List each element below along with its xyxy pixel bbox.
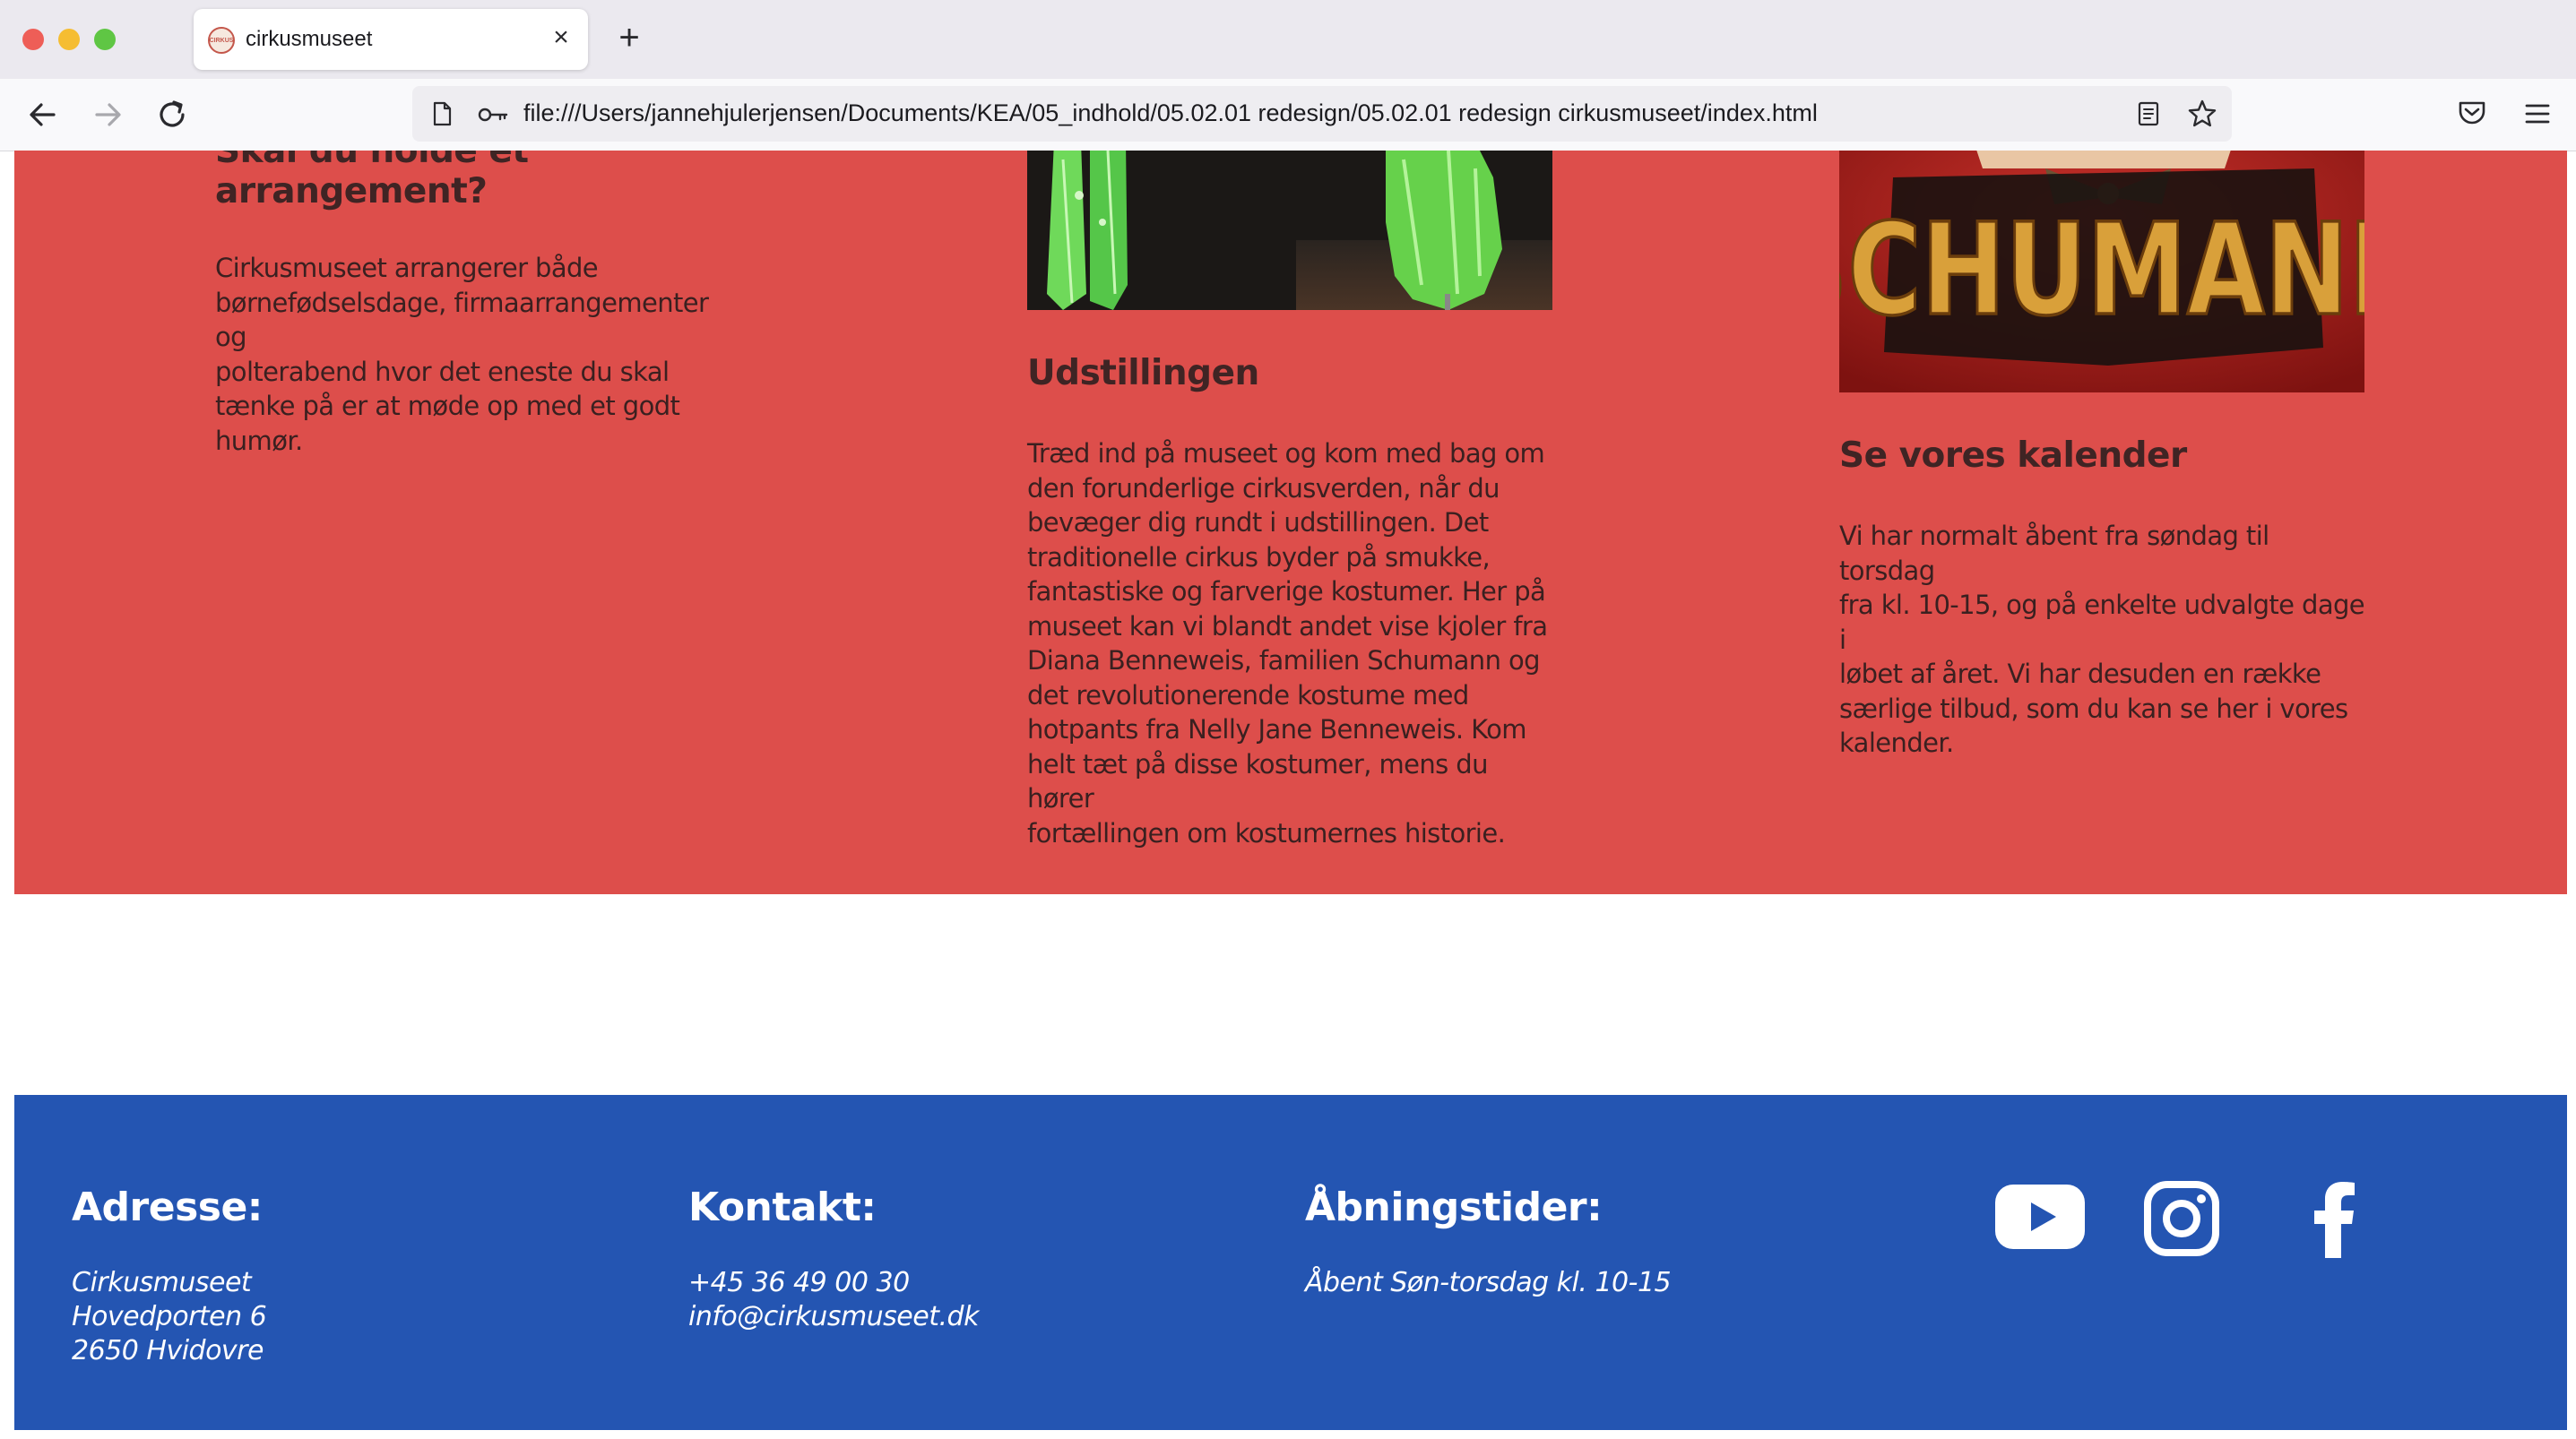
new-tab-button[interactable]: + bbox=[611, 20, 647, 56]
exhibition-column: Udstillingen Træd ind på museet og kom m… bbox=[1027, 353, 1556, 850]
calendar-text: Vi har normalt åbent fra søndag til tors… bbox=[1839, 521, 2365, 758]
close-window-button[interactable] bbox=[22, 29, 44, 50]
forward-arrow-icon[interactable] bbox=[88, 95, 127, 134]
opening-hours-text: Åbent Søn-torsdag kl. 10-15 bbox=[1305, 1267, 1672, 1298]
footer-opening-hours: Åbningstider: Åbent Søn-torsdag kl. 10-1… bbox=[1305, 1185, 1672, 1300]
schumann-poster-image: SCHUMANN bbox=[1839, 151, 2364, 392]
email-link[interactable]: info@cirkusmuseet.dk bbox=[688, 1300, 979, 1334]
address-line: Cirkusmuseet bbox=[72, 1267, 252, 1298]
page-icon bbox=[433, 101, 452, 126]
tab-close-button[interactable]: × bbox=[547, 23, 575, 52]
browser-tab-bar: CIRKUS cirkusmuseet × + bbox=[0, 0, 2576, 79]
browser-tab[interactable]: CIRKUS cirkusmuseet × bbox=[194, 9, 588, 70]
footer-contact: Kontakt: +45 36 49 00 30 info@cirkusmuse… bbox=[688, 1185, 979, 1334]
events-column: Skal du holde et arrangement? Cirkusmuse… bbox=[215, 151, 744, 458]
schumann-poster-text: SCHUMANN bbox=[1839, 196, 2364, 344]
pocket-icon[interactable] bbox=[2456, 97, 2488, 129]
hamburger-menu-icon[interactable] bbox=[2522, 99, 2553, 129]
instagram-icon[interactable] bbox=[2144, 1181, 2219, 1256]
opening-hours-heading: Åbningstider: bbox=[1305, 1185, 1603, 1230]
browser-nav-bar: file:///Users/jannehjulerjensen/Document… bbox=[0, 79, 2576, 151]
calendar-heading[interactable]: Se vores kalender bbox=[1839, 435, 2368, 476]
exhibition-text: Træd ind på museet og kom med bag om den… bbox=[1027, 438, 1548, 849]
events-heading: Skal du holde et arrangement? bbox=[215, 151, 529, 211]
back-arrow-icon[interactable] bbox=[23, 95, 63, 134]
exhibition-heading: Udstillingen bbox=[1027, 353, 1259, 393]
url-bar[interactable]: file:///Users/jannehjulerjensen/Document… bbox=[412, 86, 2232, 142]
calendar-column: Se vores kalender Vi har normalt åbent f… bbox=[1839, 435, 2368, 761]
site-footer: Adresse: Cirkusmuseet Hovedporten 6 2650… bbox=[14, 1095, 2567, 1430]
address-heading: Adresse: bbox=[72, 1185, 263, 1230]
footer-address: Adresse: Cirkusmuseet Hovedporten 6 2650… bbox=[72, 1185, 267, 1368]
address-line: 2650 Hvidovre bbox=[72, 1335, 264, 1366]
address-line: Hovedporten 6 bbox=[72, 1301, 267, 1332]
costume-image bbox=[1027, 151, 1552, 310]
youtube-icon[interactable] bbox=[1995, 1185, 2085, 1249]
phone-number[interactable]: +45 36 49 00 30 bbox=[688, 1266, 979, 1300]
facebook-icon[interactable] bbox=[2311, 1179, 2357, 1258]
tab-title: cirkusmuseet bbox=[246, 27, 373, 51]
maximize-window-button[interactable] bbox=[94, 29, 116, 50]
events-text: Cirkusmuseet arrangerer både børnefødsel… bbox=[215, 253, 709, 456]
key-icon[interactable] bbox=[477, 102, 509, 127]
info-section: Skal du holde et arrangement? Cirkusmuse… bbox=[14, 151, 2567, 894]
reader-view-icon[interactable] bbox=[2135, 100, 2162, 127]
reload-icon[interactable] bbox=[152, 95, 192, 134]
favicon-icon: CIRKUS bbox=[208, 27, 235, 54]
contact-heading: Kontakt: bbox=[688, 1185, 877, 1230]
minimize-window-button[interactable] bbox=[58, 29, 80, 50]
bookmark-star-icon[interactable] bbox=[2187, 99, 2217, 129]
url-text[interactable]: file:///Users/jannehjulerjensen/Document… bbox=[523, 99, 1818, 127]
